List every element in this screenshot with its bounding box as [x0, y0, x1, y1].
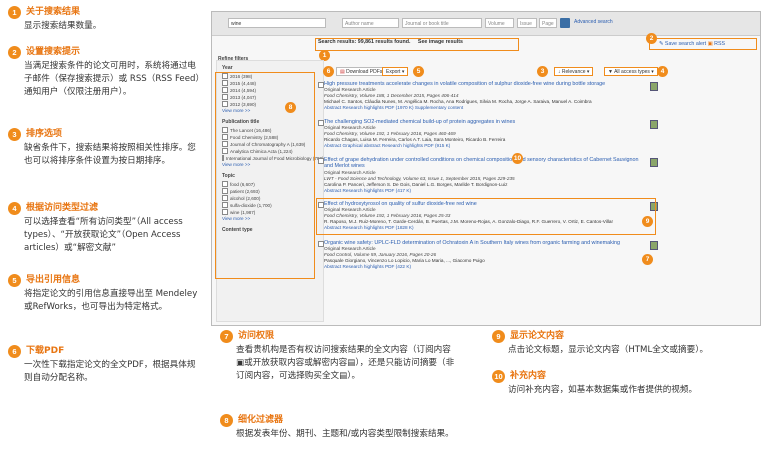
access-document-icon[interactable]	[650, 120, 658, 129]
author-field[interactable]: Author name	[342, 18, 399, 28]
legend-body: 将指定论文的引用信息直接导出至 Mendeley或RefWorks，也可导出为特…	[24, 289, 198, 312]
legend-number: 7	[220, 330, 233, 343]
export-button[interactable]: Export ▾	[382, 67, 409, 76]
legend-body: 当满足搜索条件的论文可用时，系统将通过电子邮件（保存搜索提示）或 RSS（RSS…	[24, 61, 200, 97]
access-document-icon[interactable]	[650, 241, 658, 250]
legend-number: 10	[492, 370, 505, 383]
volume-field[interactable]: Volume	[485, 18, 514, 28]
download-toolbar: ▤ Download PDFs	[336, 66, 387, 77]
callout-7: 7	[642, 254, 653, 265]
legend-title: 设置搜索提示	[26, 47, 81, 57]
callout-4: 4	[657, 66, 668, 77]
search-input[interactable]: wine	[228, 18, 326, 28]
access-document-icon[interactable]	[650, 158, 658, 167]
legend-title: 下载PDF	[26, 346, 65, 356]
callout-8-box	[215, 72, 315, 279]
callout-9-box	[316, 198, 656, 235]
sort-toolbar: ↓ Relevance ▾	[554, 66, 594, 77]
legend-body: 点击论文标题，显示论文内容（HTML全文或摘要）。	[508, 345, 709, 355]
legend-body: 访问补充内容，如基本数据集或作者提供的视频。	[508, 385, 698, 395]
access-document-icon[interactable]	[650, 82, 658, 91]
callout-5: 5	[413, 66, 424, 77]
legend-body: 显示搜索结果数量。	[24, 21, 102, 31]
callout-9: 9	[642, 216, 653, 227]
callout-2-box	[649, 38, 757, 50]
legend-number: 1	[8, 6, 21, 19]
result-item: High pressure treatments accelerate chan…	[318, 81, 648, 111]
export-toolbar: Export ▾	[382, 66, 409, 77]
callout-3: 3	[537, 66, 548, 77]
legend-title: 补充内容	[510, 371, 547, 381]
legend-title: 根据访问类型过滤	[26, 203, 99, 213]
legend-title: 访问权限	[238, 331, 275, 341]
year-heading: Year	[222, 65, 233, 71]
legend_left-item: 5 导出引用信息将指定论文的引用信息直接导出至 Mendeley或RefWorks…	[8, 274, 203, 314]
issue-field[interactable]: Issue	[517, 18, 537, 28]
legend-number: 2	[8, 46, 21, 59]
legend-number: 3	[8, 128, 21, 141]
legend_left-item: 4 根据访问类型过滤可以选择查看“所有访问类型”（All access types…	[8, 202, 203, 255]
legend-title: 排序选项	[26, 129, 63, 139]
result-item: The challenging SO2-mediated chemical bu…	[318, 119, 648, 149]
advanced-search-link[interactable]: Advanced search	[574, 19, 613, 25]
result-links[interactable]: Abstract Graphical abstract Research hig…	[324, 143, 648, 149]
legend-number: 5	[8, 274, 21, 287]
result-checkbox[interactable]	[318, 120, 324, 126]
callout-1-box	[315, 38, 519, 51]
legend-body: 查看贵机构是否有权访问搜索结果的全文内容（订阅内容▣或开放获取内容或解密内容▤）…	[236, 345, 455, 381]
legend-number: 6	[8, 345, 21, 358]
legend-body: 缺省条件下，搜索结果将按照相关性排序。您也可以将排序条件设置为按日期排序。	[24, 143, 196, 166]
legend-title: 细化过滤器	[238, 415, 284, 425]
callout-10: 10	[512, 153, 523, 164]
legend_left-item: 3 排序选项缺省条件下，搜索结果将按照相关性排序。您也可以将排序条件设置为按日期排…	[8, 128, 203, 168]
result-title[interactable]: Effect of grape dehydration under contro…	[324, 157, 648, 170]
result-item: Effect of grape dehydration under contro…	[318, 157, 648, 194]
search-button[interactable]	[560, 18, 570, 28]
callout-6: 6	[323, 66, 334, 77]
legend-title: 显示论文内容	[510, 331, 565, 341]
result-checkbox[interactable]	[318, 158, 324, 164]
result-item: Organic wine safety: UPLC-FLD determinat…	[318, 240, 648, 270]
legend_bottom-item: 9 显示论文内容点击论文标题，显示论文内容（HTML全文或摘要）。	[492, 330, 762, 357]
callout-2: 2	[646, 33, 657, 44]
result-links[interactable]: Abstract Research highlights PDF (417 K)	[324, 188, 648, 194]
legend-body: 根据发表年份、期刊、主题和/或内容类型限制搜索结果。	[236, 429, 454, 439]
legend-body: 一次性下载指定论文的全文PDF，根据具体规则自动分配名称。	[24, 360, 196, 383]
legend-number: 9	[492, 330, 505, 343]
sort-relevance-button[interactable]: ↓ Relevance ▾	[554, 67, 594, 76]
legend_bottom-item: 8 细化过滤器根据发表年份、期刊、主题和/或内容类型限制搜索结果。	[220, 414, 455, 441]
legend_left-item: 1 关于搜索结果显示搜索结果数量。	[8, 6, 203, 33]
legend-body: 可以选择查看“所有访问类型”（All access types）、“开放获取论文…	[24, 217, 183, 253]
journal-field[interactable]: Journal or book title	[402, 18, 482, 28]
result-links[interactable]: Abstract Research highlights PDF (422 K)	[324, 264, 648, 270]
result-checkbox[interactable]	[318, 241, 324, 247]
legend_left-item: 2 设置搜索提示当满足搜索条件的论文可用时，系统将通过电子邮件（保存搜索提示）或 …	[8, 46, 203, 99]
legend_bottom-item: 10 补充内容访问补充内容，如基本数据集或作者提供的视频。	[492, 370, 762, 397]
legend-number: 8	[220, 414, 233, 427]
callout-8: 8	[285, 102, 296, 113]
legend-title: 关于搜索结果	[26, 7, 81, 17]
result-checkbox[interactable]	[318, 82, 324, 88]
access-type-button[interactable]: ▼ All access types ▾	[604, 67, 658, 76]
result-links[interactable]: Abstract Research highlights PDF (1970 K…	[324, 105, 648, 111]
legend-title: 导出引用信息	[26, 275, 81, 285]
legend_left-item: 6 下载PDF 一次性下载指定论文的全文PDF，根据具体规则自动分配名称。	[8, 345, 203, 385]
search-bar: wine Author name Journal or book title V…	[212, 12, 760, 36]
legend_bottom-item: 7 访问权限查看贵机构是否有权访问搜索结果的全文内容（订阅内容▣或开放获取内容或解…	[220, 330, 455, 383]
download-pdfs-button[interactable]: ▤ Download PDFs	[336, 67, 387, 76]
page-field[interactable]: Page	[539, 18, 557, 28]
search-results-screenshot: wine Author name Journal or book title V…	[211, 11, 761, 326]
access-toolbar: ▼ All access types ▾	[604, 66, 658, 77]
legend-number: 4	[8, 202, 21, 215]
